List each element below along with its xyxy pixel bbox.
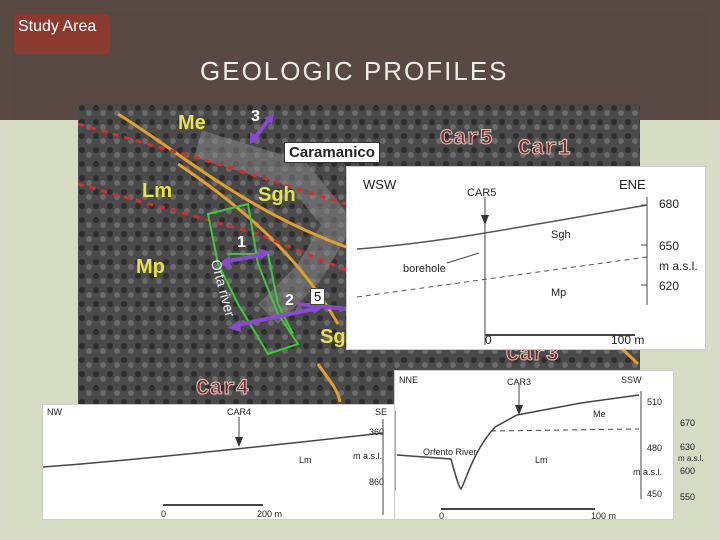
- car5-scale-start: 0: [485, 333, 492, 347]
- car3-left-direction: NNE: [399, 375, 419, 385]
- car4-left-direction: NW: [47, 407, 62, 417]
- profile-car3-graphic: [395, 383, 642, 510]
- car3-unit-lm: Lm: [535, 455, 548, 465]
- car3-unit-me: Me: [593, 409, 606, 419]
- side-elev-unit: m a.s.l.: [678, 454, 704, 463]
- car3-elev-450: 450: [647, 489, 663, 499]
- car5-elev-620: 620: [659, 279, 680, 293]
- car5-unit-mp: Mp: [551, 287, 567, 299]
- car5-borehole-label: borehole: [403, 263, 446, 275]
- side-elev-600: 600: [680, 466, 696, 476]
- car5-elev-650: 650: [659, 239, 680, 253]
- profile-number-1: 1: [237, 234, 246, 251]
- car4-scale-start: 0: [161, 509, 167, 519]
- profile-car4-graphic: [43, 417, 384, 515]
- car4-unit-lm: Lm: [299, 455, 312, 465]
- car4-elev-unit: m a.s.l.: [353, 451, 383, 461]
- car3-elev-510: 510: [647, 397, 663, 407]
- unit-label-lm: Lm: [142, 180, 172, 202]
- car4-well-label: CAR4: [227, 407, 252, 417]
- slide-title: GEOLOGIC PROFILES: [200, 56, 509, 86]
- side-elev-670: 670: [680, 418, 696, 428]
- car5-scale-end: 100 m: [611, 333, 645, 347]
- profile-number-5: 5: [310, 288, 326, 305]
- profile-number-3: 3: [251, 108, 260, 125]
- car3-right-direction: SSW: [621, 375, 642, 385]
- profile-car5-graphic: [356, 197, 648, 345]
- slide-header: Study Area GEOLOGIC PROFILES: [0, 0, 720, 120]
- profile-number-2: 2: [285, 292, 294, 309]
- profile-car3: NNE SSW CAR3 Orfento River Me Lm 510 480…: [394, 370, 674, 521]
- unit-label-mp: Mp: [136, 256, 165, 278]
- side-elev-550: 550: [680, 492, 696, 502]
- car5-label: Car5: [440, 126, 494, 152]
- car3-elev-480: 480: [647, 443, 663, 453]
- unit-label-me: Me: [178, 112, 206, 134]
- car3-river-label: Orfento River: [423, 447, 477, 457]
- car4-scale-end: 200 m: [257, 509, 283, 519]
- car4-elev-860: 860: [369, 477, 385, 487]
- car4-right-direction: SE: [375, 407, 388, 417]
- car5-elev-unit: m a.s.l.: [659, 259, 698, 273]
- car3-elev-unit: m a.s.l.: [633, 467, 663, 477]
- side-elevation-scale: 670 630 m a.s.l. 600 550: [674, 416, 708, 516]
- car5-left-direction: WSW: [363, 177, 397, 192]
- car4-elev-360: 360: [369, 427, 385, 437]
- car5-well-label: CAR5: [467, 187, 497, 199]
- car3-well-label: CAR3: [507, 377, 532, 387]
- town-label: Caramanico: [284, 142, 380, 163]
- side-elev-630: 630: [680, 442, 696, 452]
- car4-label: Car4: [196, 376, 250, 402]
- unit-label-sgh: Sgh: [258, 184, 296, 206]
- profile-car4: NW SE CAR4 Lm 360 m a.s.l. 860 0 200 m: [42, 404, 400, 520]
- study-area-label: Study Area: [18, 18, 97, 35]
- car3-scale-start: 0: [439, 511, 445, 521]
- car5-unit-sgh: Sgh: [551, 229, 571, 241]
- car5-right-direction: ENE: [619, 177, 646, 192]
- profile-car5: WSW ENE CAR5 Sgh Mp borehole 680 650 m a…: [346, 166, 706, 350]
- car3-scale-end: 100 m: [591, 511, 617, 521]
- car5-elev-680: 680: [659, 197, 680, 211]
- car1-label: Car1: [518, 136, 572, 162]
